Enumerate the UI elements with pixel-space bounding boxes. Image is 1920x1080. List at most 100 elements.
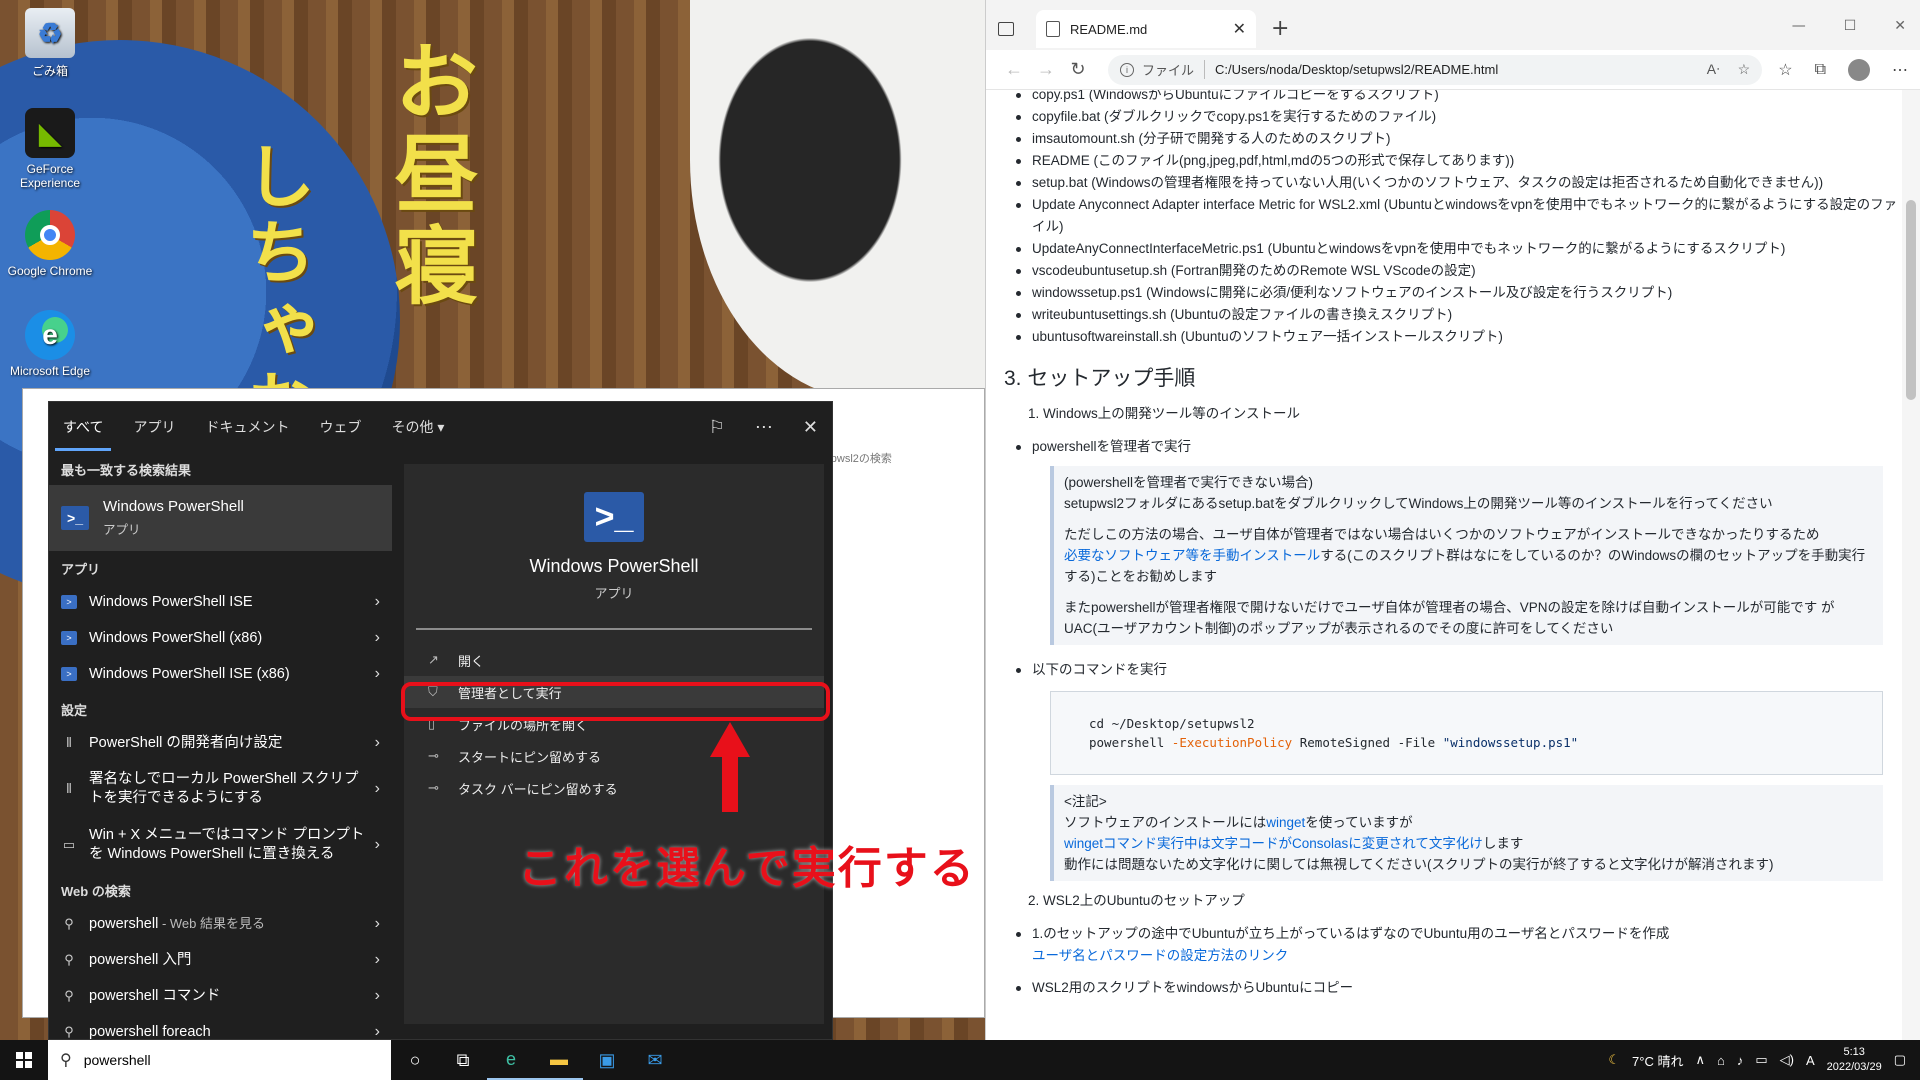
web-result[interactable]: ⚲ powershell コマンド › [49,978,392,1014]
tab-actions-icon[interactable] [998,22,1014,36]
tab-documents[interactable]: ドキュメント [205,403,289,451]
back-icon[interactable]: ← [998,59,1030,80]
file-list: copy.ps1 (WindowsからUbuntuにファイルコピーをするスクリプ… [1004,90,1901,348]
app-result[interactable]: > Windows PowerShell (x86) › [49,620,392,656]
collections-icon[interactable]: ⧉ [1815,61,1826,79]
note-text: setupwsl2フォルダにあるsetup.batをダブルクリックしてWindo… [1064,496,1773,511]
recycle-bin-icon: ♻ [25,8,75,58]
read-aloud-icon[interactable]: Aᐧ [1707,61,1720,78]
desktop-icon-edge[interactable]: e Microsoft Edge [4,310,96,378]
minimize-button[interactable]: — [1792,18,1806,34]
profile-avatar[interactable] [1848,58,1870,81]
tab-apps[interactable]: アプリ [133,403,175,451]
notification-icon[interactable]: ▢ [1894,1052,1906,1068]
feedback-icon[interactable]: ⚐ [709,417,725,438]
web-result[interactable]: ⚲ powershell 入門 › [49,942,392,978]
edge-taskbar-icon[interactable]: e [487,1040,535,1080]
code-block: cd ~/Desktop/setupwsl2 powershell -Execu… [1050,691,1883,775]
powershell-icon: >_ [584,492,644,542]
detail-type: アプリ [594,586,634,601]
ime-indicator[interactable]: A [1806,1053,1815,1068]
desktop-icon-chrome[interactable]: Google Chrome [4,210,96,278]
microphone-icon[interactable]: ♪ [1737,1053,1744,1068]
chevron-right-icon[interactable]: › [375,951,380,969]
tab-close-icon[interactable]: ✕ [1233,19,1246,39]
list-item: imsautomount.sh (分子研で開発する人のためのスクリプト) [1004,128,1901,150]
setting-result[interactable]: ⦀ PowerShell の開発者向け設定 › [49,725,392,761]
close-icon[interactable]: ✕ [803,417,818,438]
refresh-icon[interactable]: ↻ [1062,59,1094,80]
action-open[interactable]: ↗ 開く [404,644,824,676]
bullet-copy: WSL2用のスクリプトをwindowsからUbuntuにコピー [1004,977,1901,999]
chevron-right-icon[interactable]: › [375,665,380,683]
search-icon: ⚲ [60,1052,72,1069]
url-field[interactable]: i ファイル C:/Users/noda/Desktop/setupwsl2/R… [1108,54,1763,85]
document-icon [1046,21,1060,37]
file-explorer-icon[interactable]: ▬ [535,1040,583,1080]
list-item: ubuntusoftwareinstall.sh (Ubuntuのソフトウェア一… [1004,326,1901,348]
chevron-right-icon[interactable]: › [375,593,380,611]
step-2: 2. WSL2上のUbuntuのセットアップ [1028,893,1245,908]
list-item: copy.ps1 (WindowsからUbuntuにファイルコピーをするスクリプ… [1004,90,1901,106]
action-pin-to-start[interactable]: ⊸ スタートにピン留めする [404,740,824,772]
divider [416,628,812,630]
taskbar-search-input[interactable]: ⚲ powershell [48,1040,391,1080]
mail-icon[interactable]: ✉ [631,1040,679,1080]
user-password-link[interactable]: ユーザ名とパスワードの設定方法のリンク [1032,948,1288,963]
best-match-item[interactable]: >_ Windows PowerShell アプリ [49,485,392,551]
clock[interactable]: 5:13 2022/03/29 [1827,1045,1882,1075]
list-item: writeubuntusettings.sh (Ubuntuの設定ファイルの書き… [1004,304,1901,326]
close-button[interactable]: ✕ [1894,18,1906,34]
more-icon[interactable]: ⋯ [1892,60,1908,80]
edge-browser-window[interactable]: README.md ✕ + — ☐ ✕ ← → ↻ i ファイル C:/User… [985,0,1920,1040]
desktop-icon-recycle-bin[interactable]: ♻ ごみ箱 [4,8,96,79]
new-tab-button[interactable]: + [1271,16,1289,41]
desktop-icon-geforce[interactable]: ◣ GeForce Experience [4,108,96,190]
favorites-icon[interactable]: ☆ [1778,60,1792,80]
url-text: C:/Users/noda/Desktop/setupwsl2/README.h… [1215,62,1499,77]
cortana-icon[interactable]: ○ [391,1040,439,1080]
scroll-thumb[interactable] [1906,200,1916,400]
bullet-command: 以下のコマンドを実行 [1004,659,1901,681]
chevron-up-icon[interactable]: ∧ [1695,1052,1705,1068]
list-item: copyfile.bat (ダブルクリックでcopy.ps1を実行するためのファ… [1004,106,1901,128]
volume-icon[interactable]: ◁) [1780,1052,1794,1068]
winget-link[interactable]: winget [1266,815,1305,830]
setting-result[interactable]: ▭ Win + X メニューではコマンド プロンプトを Windows Power… [49,817,392,873]
setting-result[interactable]: ⦀ 署名なしでローカル PowerShell スクリプトを実行できるようにする › [49,761,392,817]
action-pin-to-taskbar[interactable]: ⊸ タスク バーにピン留めする [404,772,824,804]
weather-text[interactable]: 7°C 晴れ [1632,1051,1683,1070]
tab-all[interactable]: すべて [54,403,113,451]
more-options-icon[interactable]: ⋯ [755,417,773,438]
network-icon[interactable]: ⌂ [1717,1053,1725,1068]
start-button[interactable] [0,1040,48,1080]
explorer-search-input[interactable]: setupwsl2の検索 [810,450,980,470]
info-icon[interactable]: i [1120,62,1134,77]
display-icon[interactable]: ▭ [1755,1052,1767,1068]
scrollbar[interactable] [1902,90,1920,1040]
maximize-button[interactable]: ☐ [1844,18,1857,34]
app-result[interactable]: > Windows PowerShell ISE › [49,584,392,620]
task-view-icon[interactable]: ⧉ [439,1040,487,1080]
forward-icon[interactable]: → [1030,59,1062,80]
mojibake-link[interactable]: wingetコマンド実行中は文字コードがConsolasに変更されて文字化け [1064,836,1483,851]
chevron-right-icon[interactable]: › [375,836,380,854]
chevron-right-icon[interactable]: › [375,1023,380,1041]
chevron-right-icon[interactable]: › [375,629,380,647]
web-result[interactable]: ⚲ powershell - Web 結果を見る › [49,906,392,942]
tab-more[interactable]: その他 ▾ [391,403,444,451]
app-result[interactable]: > Windows PowerShell ISE (x86) › [49,656,392,692]
chevron-right-icon[interactable]: › [375,915,380,933]
manual-install-link[interactable]: 必要なソフトウェア等を手動インストール [1064,548,1320,563]
tab-web[interactable]: ウェブ [319,403,361,451]
chevron-right-icon[interactable]: › [375,734,380,752]
tab-readme[interactable]: README.md ✕ [1036,10,1256,48]
chevron-right-icon[interactable]: › [375,780,380,798]
powershell-ise-icon: > [61,667,77,681]
store-icon[interactable]: ▣ [583,1040,631,1080]
windows-logo-icon [16,1052,32,1068]
list-item: README (このファイル(png,jpeg,pdf,html,mdの5つの形… [1004,150,1901,172]
url-scheme: ファイル [1142,60,1206,79]
chevron-right-icon[interactable]: › [375,987,380,1005]
add-favorite-icon[interactable]: ☆ [1738,61,1751,78]
